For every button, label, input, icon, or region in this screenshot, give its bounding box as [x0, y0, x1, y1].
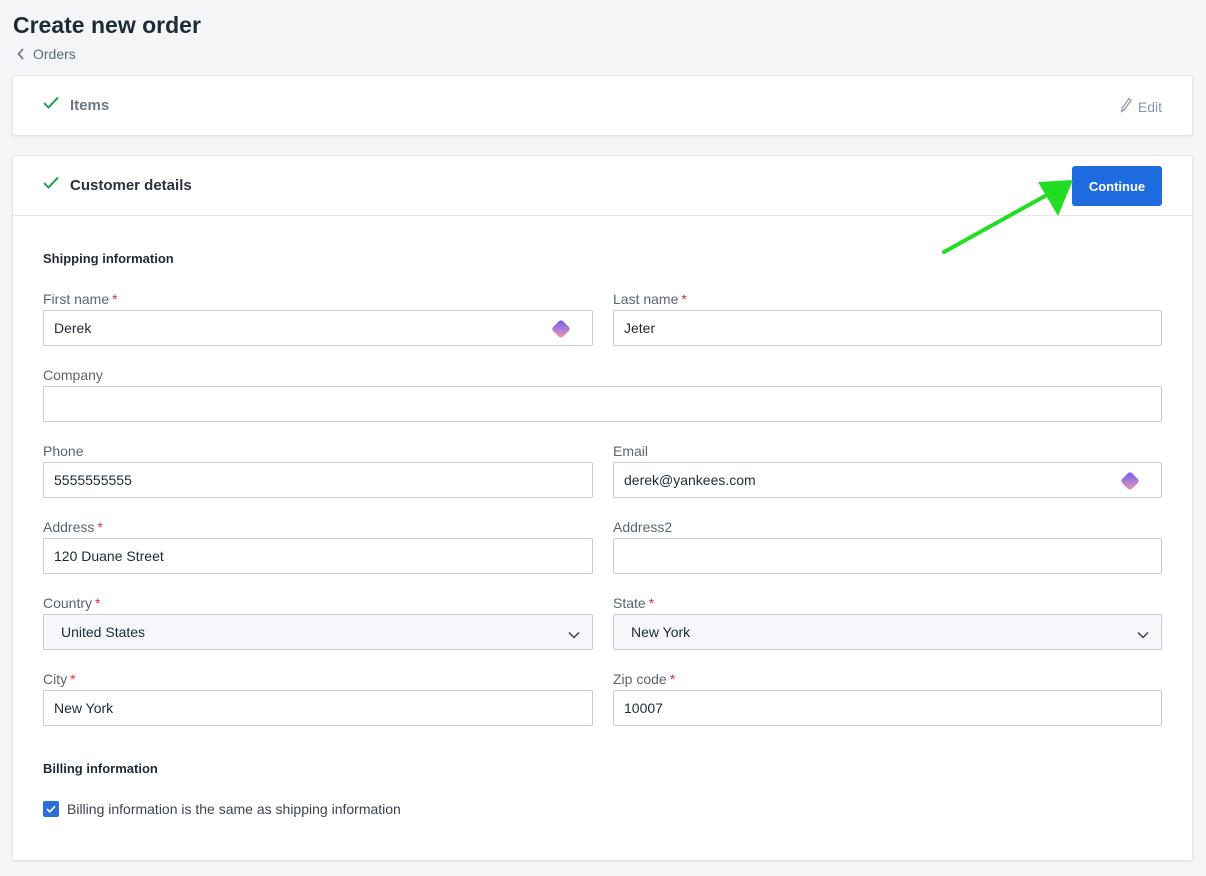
- state-label-text: State: [613, 595, 646, 611]
- required-marker: *: [681, 291, 687, 307]
- checkmark-icon: [43, 96, 59, 114]
- address-label-text: Address: [43, 519, 95, 535]
- checkmark-icon: [43, 176, 59, 194]
- autofill-extension-icon[interactable]: [548, 316, 574, 345]
- city-label-text: City: [43, 671, 68, 687]
- annotation-arrow-icon: [940, 178, 1080, 263]
- continue-button[interactable]: Continue: [1072, 166, 1162, 206]
- required-marker: *: [112, 291, 118, 307]
- email-field[interactable]: derek@yankees.com: [613, 462, 1162, 498]
- first-name-field[interactable]: Derek: [43, 310, 593, 346]
- address2-field[interactable]: [613, 538, 1162, 574]
- last-name-label: Last name *: [613, 291, 687, 307]
- country-label: Country *: [43, 595, 100, 611]
- chevron-left-icon: [17, 48, 25, 60]
- first-name-label: First name *: [43, 291, 118, 307]
- phone-value: 5555555555: [54, 472, 132, 488]
- city-value: New York: [54, 700, 114, 716]
- billing-heading: Billing information: [43, 761, 158, 776]
- state-label: State *: [613, 595, 654, 611]
- required-marker: *: [97, 519, 103, 535]
- items-step-title: Items: [70, 97, 110, 114]
- address2-label: Address2: [613, 519, 673, 535]
- phone-label: Phone: [43, 443, 84, 459]
- company-field[interactable]: [43, 386, 1162, 422]
- required-marker: *: [70, 671, 76, 687]
- country-select[interactable]: United States: [43, 614, 593, 650]
- items-step-card: Items Edit: [12, 75, 1193, 136]
- edit-items-button[interactable]: Edit: [1120, 97, 1162, 116]
- items-step-header[interactable]: Items Edit: [13, 76, 1192, 136]
- breadcrumb[interactable]: Orders: [17, 46, 76, 62]
- address-label: Address *: [43, 519, 103, 535]
- chevron-down-icon: [568, 626, 580, 642]
- required-marker: *: [648, 595, 655, 611]
- pencil-icon: [1120, 97, 1132, 116]
- email-label: Email: [613, 443, 649, 459]
- last-name-field[interactable]: Jeter: [613, 310, 1162, 346]
- checkbox-check-icon: [46, 805, 56, 813]
- last-name-label-text: Last name: [613, 291, 679, 307]
- billing-same-as-shipping[interactable]: Billing information is the same as shipp…: [43, 801, 401, 817]
- last-name-value: Jeter: [624, 320, 656, 336]
- page-title: Create new order: [13, 12, 201, 38]
- first-name-label-text: First name: [43, 291, 110, 307]
- breadcrumb-orders-link[interactable]: Orders: [33, 46, 76, 62]
- zip-label-text: Zip code: [613, 671, 667, 687]
- edit-label: Edit: [1137, 98, 1162, 115]
- billing-same-checkbox[interactable]: [43, 801, 59, 817]
- company-label: Company: [43, 367, 103, 383]
- email-value: derek@yankees.com: [624, 472, 756, 488]
- required-marker: *: [95, 595, 101, 611]
- zip-value: 10007: [624, 700, 663, 716]
- country-label-text: Country: [43, 595, 93, 611]
- zip-field[interactable]: 10007: [613, 690, 1162, 726]
- billing-same-label: Billing information is the same as shipp…: [67, 801, 401, 817]
- zip-label: Zip code *: [613, 671, 675, 687]
- address-value: 120 Duane Street: [54, 548, 164, 564]
- shipping-heading: Shipping information: [43, 251, 174, 266]
- city-field[interactable]: New York: [43, 690, 593, 726]
- state-select[interactable]: New York: [613, 614, 1162, 650]
- required-marker: *: [669, 671, 676, 687]
- first-name-value: Derek: [54, 320, 92, 336]
- chevron-down-icon: [1137, 626, 1149, 642]
- address-field[interactable]: 120 Duane Street: [43, 538, 593, 574]
- phone-field[interactable]: 5555555555: [43, 462, 593, 498]
- city-label: City *: [43, 671, 76, 687]
- country-value: United States: [61, 624, 146, 640]
- autofill-extension-icon[interactable]: [1117, 468, 1143, 497]
- state-value: New York: [631, 624, 691, 640]
- customer-details-title: Customer details: [70, 177, 192, 194]
